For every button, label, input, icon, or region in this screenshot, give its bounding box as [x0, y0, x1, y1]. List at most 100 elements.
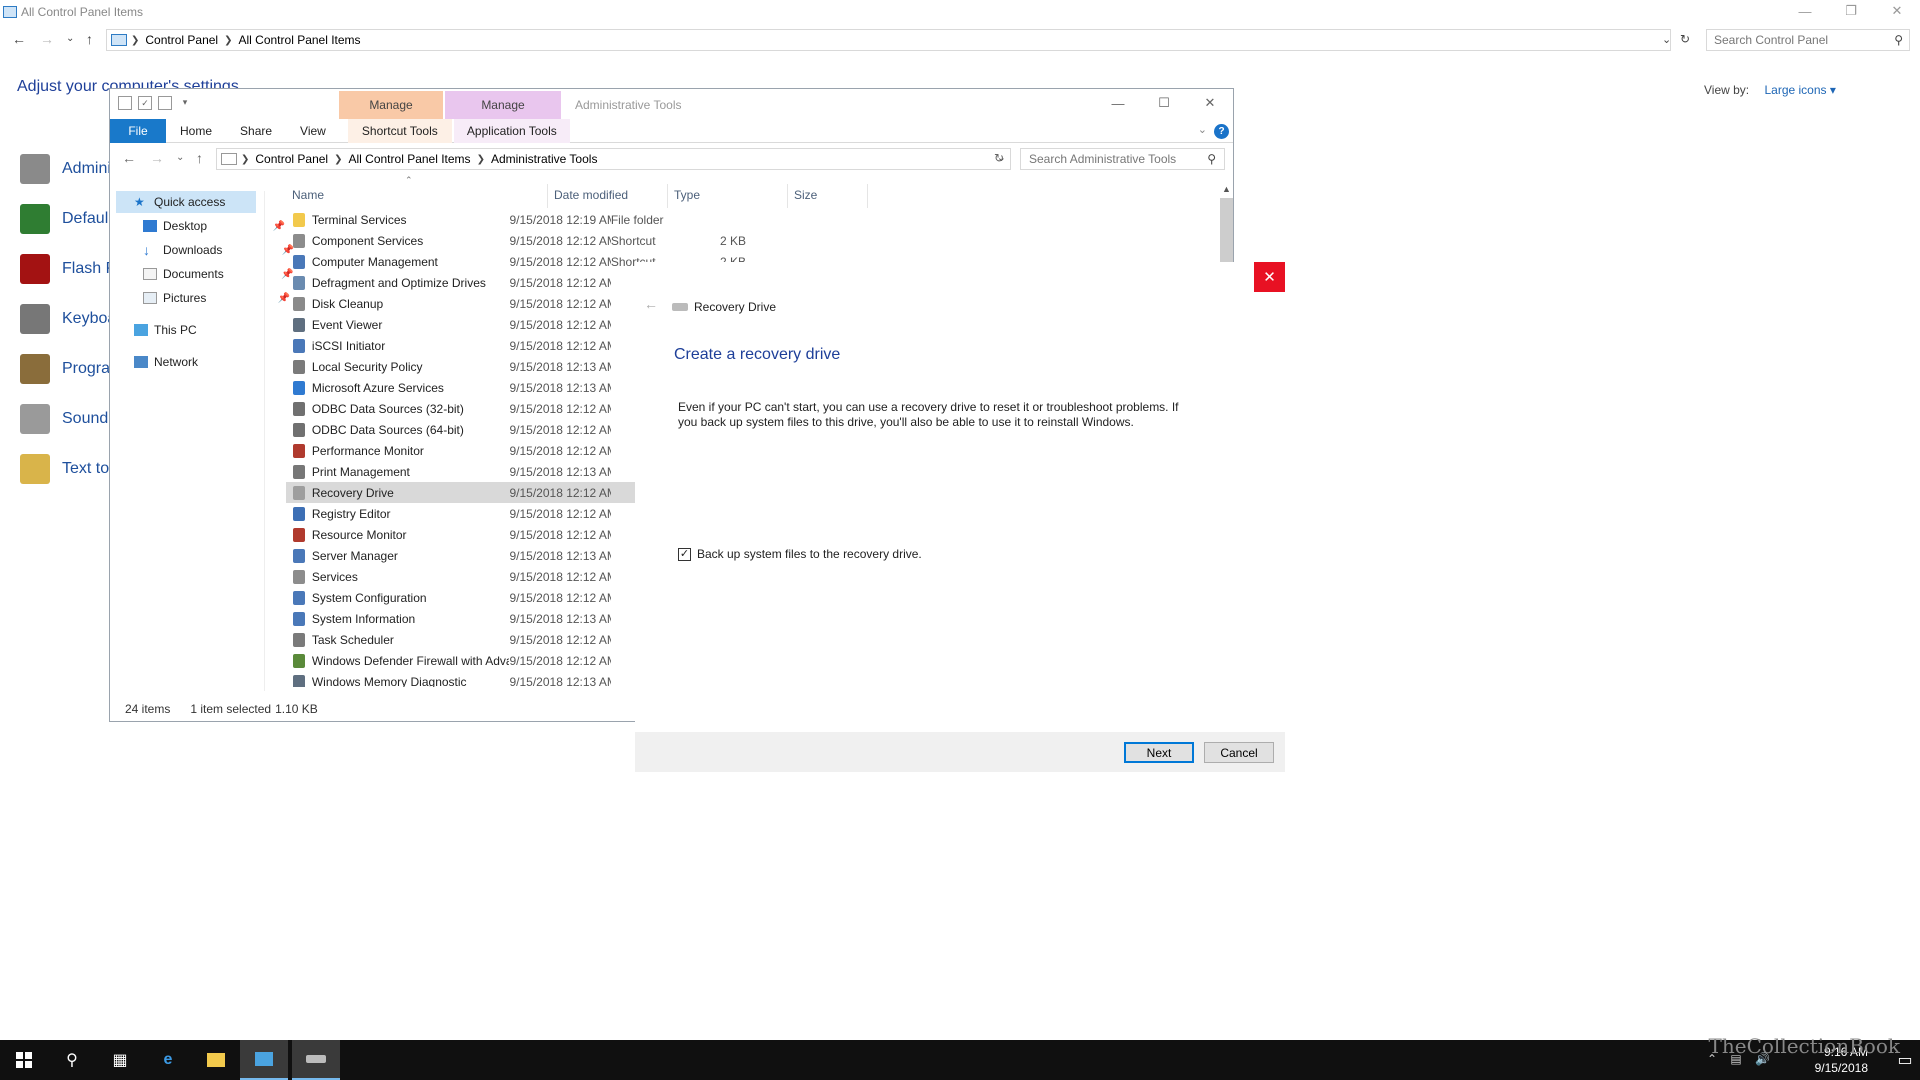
checkbox-label[interactable]: Back up system files to the recovery dri… [697, 547, 922, 561]
scroll-up-icon[interactable]: ▲ [1222, 184, 1231, 194]
qat-dropdown-icon[interactable]: ▾ [178, 96, 192, 110]
column-size[interactable]: Size [788, 184, 868, 208]
address-dropdown-icon[interactable]: ⌄ [1662, 33, 1671, 46]
nav-quick-access[interactable]: ★ Quick access [116, 191, 256, 213]
cancel-button[interactable]: Cancel [1204, 742, 1274, 763]
column-name[interactable]: Name [286, 184, 548, 208]
internet-explorer-icon: e [163, 1051, 173, 1068]
nav-this-pc[interactable]: This PC [134, 319, 197, 341]
shortcut-icon [293, 674, 305, 687]
backup-system-files-checkbox[interactable]: ✓ Back up system files to the recovery d… [678, 547, 922, 561]
control-panel-item[interactable]: Progra [20, 354, 110, 384]
expand-ribbon-icon[interactable]: ⌄ [1198, 123, 1207, 136]
checkbox-box[interactable]: ✓ [678, 547, 691, 561]
forward-arrow-icon[interactable]: → [150, 150, 164, 166]
minimize-button[interactable]: — [1095, 89, 1141, 117]
navigation-pane: ★ Quick access Desktop 📌 ↓ Downloads 📌 D… [110, 191, 294, 691]
shortcut-icon [293, 590, 305, 605]
close-button[interactable]: ✕ [1187, 89, 1233, 117]
next-button[interactable]: Next [1124, 742, 1194, 763]
control-panel-address-bar[interactable]: ❯ Control Panel ❯ All Control Panel Item… [106, 29, 1671, 51]
breadcrumb-separator-icon: ❯ [334, 153, 343, 165]
control-panel-item[interactable]: Defaul [20, 204, 108, 234]
recent-locations-icon[interactable]: ⌄ [176, 152, 184, 163]
new-folder-icon[interactable] [158, 96, 172, 110]
watermark: TheCollectionBook [1708, 1034, 1900, 1058]
recent-locations-icon[interactable]: ⌄ [66, 33, 74, 44]
internet-explorer-button[interactable]: e [144, 1040, 192, 1080]
file-name: Component Services [311, 233, 424, 248]
shortcut-icon [293, 569, 305, 584]
shortcut-icon [293, 401, 305, 416]
refresh-icon[interactable]: ↻ [994, 151, 1004, 165]
control-panel-item[interactable]: Admini [20, 154, 111, 184]
manage-application-context-tab[interactable]: Manage [445, 91, 561, 119]
refresh-icon[interactable]: ↻ [1680, 32, 1690, 46]
tab-file[interactable]: File [110, 118, 166, 143]
minimize-button[interactable]: — [1782, 0, 1828, 22]
tab-home[interactable]: Home [166, 119, 226, 143]
control-panel-item[interactable]: Sound [20, 404, 108, 434]
pictures-icon [143, 292, 157, 304]
tab-view[interactable]: View [286, 119, 340, 143]
breadcrumb-all-items[interactable]: All Control Panel Items [349, 152, 471, 166]
view-by-dropdown[interactable]: Large icons ▾ [1764, 83, 1835, 97]
control-panel-item-label: Progra [62, 360, 111, 377]
programs-icon [20, 354, 50, 384]
control-panel-taskbar-button[interactable] [240, 1040, 288, 1080]
control-panel-item[interactable]: Keyboa [20, 304, 116, 334]
control-panel-search-input[interactable]: Search Control Panel ⚲ [1706, 29, 1910, 51]
manage-shortcut-context-tab[interactable]: Manage [339, 91, 443, 119]
properties-icon[interactable]: ✓ [138, 96, 152, 110]
control-panel-item[interactable]: Flash P [20, 254, 116, 284]
scrollbar-thumb[interactable] [1220, 198, 1233, 262]
pin-icon[interactable]: 📌 [273, 221, 285, 232]
control-panel-icon [3, 6, 17, 18]
back-arrow-icon[interactable]: ← [12, 31, 26, 47]
wizard-close-button[interactable]: ✕ [1254, 262, 1285, 292]
nav-downloads[interactable]: ↓ Downloads 📌 [143, 239, 294, 261]
start-button[interactable] [0, 1040, 48, 1080]
control-panel-item[interactable]: Text to [20, 454, 109, 484]
file-explorer-button[interactable] [192, 1040, 240, 1080]
up-arrow-icon[interactable]: ↑ [86, 31, 93, 47]
wizard-description: Even if your PC can't start, you can use… [678, 400, 1179, 429]
file-row[interactable]: Component Services 9/15/2018 12:12 AM Shor… [286, 230, 746, 251]
back-arrow-icon[interactable]: ← [644, 296, 658, 312]
file-name: Recovery Drive [311, 485, 394, 500]
nav-documents[interactable]: Documents 📌 [143, 263, 294, 285]
tab-share[interactable]: Share [226, 119, 286, 143]
nav-desktop[interactable]: Desktop 📌 [143, 215, 285, 237]
breadcrumb-control-panel[interactable]: Control Panel [255, 152, 328, 166]
file-row[interactable]: Terminal Services 9/15/2018 12:19 AM File … [286, 209, 746, 230]
control-panel-title: All Control Panel Items [21, 5, 144, 19]
folder-icon[interactable] [118, 96, 132, 110]
task-view-button[interactable]: ▦ [96, 1040, 144, 1080]
help-icon[interactable]: ? [1214, 124, 1229, 139]
recovery-drive-taskbar-button[interactable] [292, 1040, 340, 1080]
file-name: Task Scheduler [311, 632, 394, 647]
wizard-title-text: Recovery Drive [694, 300, 777, 314]
up-arrow-icon[interactable]: ↑ [196, 150, 203, 166]
breadcrumb-administrative-tools[interactable]: Administrative Tools [491, 152, 598, 166]
back-arrow-icon[interactable]: ← [122, 150, 136, 166]
breadcrumb-control-panel[interactable]: Control Panel [145, 33, 218, 47]
search-button[interactable]: ⚲ [48, 1040, 96, 1080]
nav-network[interactable]: Network [134, 351, 198, 373]
forward-arrow-icon[interactable]: → [40, 31, 54, 47]
file-list-scrollbar[interactable]: ▲ [1218, 184, 1235, 264]
shortcut-icon [293, 233, 305, 248]
nav-pictures[interactable]: Pictures 📌 [143, 287, 290, 309]
breadcrumb-all-items[interactable]: All Control Panel Items [239, 33, 361, 47]
file-name: Local Security Policy [311, 359, 423, 374]
column-date-modified[interactable]: Date modified [548, 184, 668, 208]
column-type[interactable]: Type [668, 184, 788, 208]
tab-application-tools[interactable]: Application Tools [453, 118, 570, 143]
close-button[interactable]: ✕ [1874, 0, 1920, 22]
explorer-address-bar[interactable]: ❯ Control Panel ❯ All Control Panel Item… [216, 148, 1011, 170]
restore-button[interactable]: ❐ [1828, 0, 1874, 22]
explorer-search-input[interactable]: Search Administrative Tools ⚲ [1020, 148, 1225, 170]
maximize-button[interactable]: ☐ [1141, 89, 1187, 117]
file-name: Microsoft Azure Services [311, 380, 444, 395]
tab-shortcut-tools[interactable]: Shortcut Tools [347, 118, 452, 143]
